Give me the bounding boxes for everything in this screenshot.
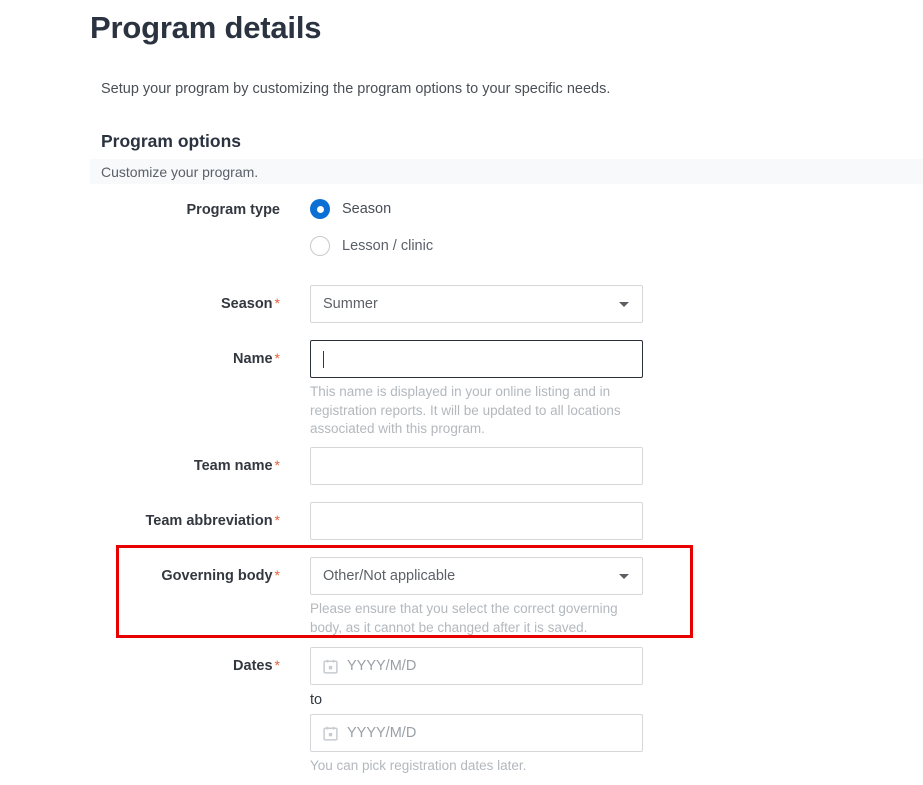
radio-group-program-type: Season Lesson / clinic: [310, 196, 433, 259]
radio-season-icon: [310, 199, 330, 219]
required-asterisk: *: [274, 350, 280, 366]
required-asterisk: *: [274, 295, 280, 311]
section-band-label: Customize your program.: [101, 164, 259, 180]
date-start-input[interactable]: YYYY/M/D: [310, 647, 643, 685]
calendar-icon: [323, 659, 338, 674]
field-label-governing-body: Governing body *: [161, 567, 280, 584]
team-name-field-wrapper: [310, 447, 643, 485]
radio-option-lesson-clinic[interactable]: Lesson / clinic: [310, 233, 433, 259]
section-title-program-options: Program options: [101, 131, 242, 151]
team-abbreviation-field-wrapper: [310, 502, 643, 540]
dates-field-wrapper: YYYY/M/D to YYYY/M/D You can pick regist…: [310, 647, 643, 776]
team-name-input[interactable]: [310, 447, 643, 485]
field-label-dates: Dates *: [233, 657, 280, 674]
radio-label-season: Season: [342, 201, 392, 217]
field-label-program-type: Program type: [186, 202, 280, 218]
name-field-wrapper: This name is displayed in your online li…: [310, 340, 643, 439]
calendar-icon: [323, 726, 338, 741]
season-select-wrapper: Summer: [310, 285, 643, 323]
page-title: Program details: [90, 10, 322, 45]
field-label-team-abbreviation: Team abbreviation *: [145, 512, 281, 529]
season-select[interactable]: Summer: [310, 285, 643, 323]
team-abbreviation-input[interactable]: [310, 502, 643, 540]
dates-hint: You can pick registration dates later.: [310, 758, 527, 773]
governing-body-select-value: Other/Not applicable: [323, 568, 456, 584]
date-end-input[interactable]: YYYY/M/D: [310, 714, 643, 752]
program-details-page: Program details Setup your program by cu…: [0, 0, 923, 785]
radio-label-lesson-clinic: Lesson / clinic: [342, 238, 434, 254]
governing-body-select[interactable]: Other/Not applicable: [310, 557, 643, 595]
chevron-down-icon: [619, 574, 629, 579]
field-label-team-name: Team name *: [193, 457, 280, 474]
required-asterisk: *: [274, 512, 280, 528]
dates-separator: to: [310, 692, 323, 708]
date-end-placeholder: YYYY/M/D: [347, 725, 417, 741]
chevron-down-icon: [619, 302, 629, 307]
governing-body-select-wrapper: Other/Not applicable Please ensure that …: [310, 557, 643, 637]
required-asterisk: *: [274, 457, 280, 473]
season-select-value: Summer: [323, 296, 378, 312]
field-label-season: Season *: [220, 295, 280, 312]
required-asterisk: *: [274, 567, 280, 583]
name-input[interactable]: [310, 340, 643, 378]
governing-body-hint: Please ensure that you select the correc…: [310, 601, 618, 635]
text-cursor: [323, 350, 324, 368]
page-subtitle: Setup your program by customizing the pr…: [101, 81, 611, 97]
radio-lesson-clinic-icon: [310, 236, 330, 256]
radio-option-season[interactable]: Season: [310, 196, 433, 222]
date-start-placeholder: YYYY/M/D: [347, 658, 417, 674]
field-label-name: Name *: [233, 350, 280, 367]
required-asterisk: *: [274, 657, 280, 673]
name-hint: This name is displayed in your online li…: [310, 384, 621, 436]
